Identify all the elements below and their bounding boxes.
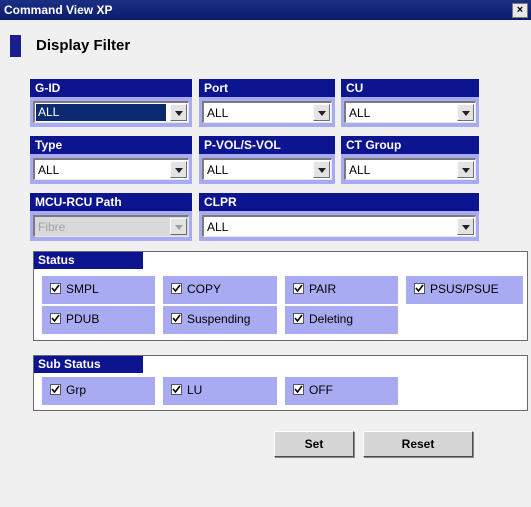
- pvol-svol-select[interactable]: ALL: [202, 158, 332, 180]
- checkbox-label: PSUS/PSUE: [430, 282, 499, 296]
- gid-field: ALL: [30, 97, 192, 127]
- checkbox-icon[interactable]: [293, 283, 304, 294]
- clpr-label: CLPR: [199, 193, 479, 211]
- checkbox-icon[interactable]: [171, 384, 182, 395]
- close-icon: ×: [516, 4, 524, 16]
- chevron-down-icon[interactable]: [457, 218, 474, 235]
- checkbox-icon[interactable]: [293, 384, 304, 395]
- chevron-down-icon[interactable]: [457, 104, 474, 121]
- display-filter-window: Command View XP × Display Filter G-ID Po…: [0, 0, 531, 507]
- status-checkbox-copy[interactable]: COPY: [163, 276, 277, 304]
- checkbox-icon[interactable]: [171, 313, 182, 324]
- status-checkbox-deleting[interactable]: Deleting: [285, 306, 398, 334]
- port-field: ALL: [199, 97, 335, 127]
- checkbox-icon[interactable]: [171, 283, 182, 294]
- status-checkbox-psus-psue[interactable]: PSUS/PSUE: [406, 276, 523, 304]
- checkbox-label: SMPL: [66, 282, 99, 296]
- ct-group-select-value: ALL: [349, 163, 371, 177]
- checkbox-label: COPY: [187, 282, 222, 296]
- mcu-rcu-path-label: MCU-RCU Path: [30, 193, 192, 211]
- window-title: Command View XP: [4, 3, 113, 17]
- checkbox-label: Deleting: [309, 312, 354, 326]
- ct-group-label: CT Group: [341, 136, 479, 154]
- chevron-down-icon: [170, 218, 187, 235]
- checkbox-label: LU: [187, 383, 203, 397]
- title-bar[interactable]: Command View XP ×: [0, 0, 531, 20]
- sub-status-checkbox-lu[interactable]: LU: [163, 377, 277, 405]
- chevron-down-icon[interactable]: [170, 104, 187, 121]
- mcu-rcu-path-select-value: Fibre: [38, 220, 66, 234]
- type-field: ALL: [30, 154, 192, 184]
- checkbox-icon[interactable]: [414, 283, 425, 294]
- sub-status-group: Sub Status Grp LU OFF: [33, 355, 528, 411]
- checkbox-label: PDUB: [66, 312, 100, 326]
- clpr-field: ALL: [199, 211, 479, 241]
- checkbox-icon[interactable]: [293, 313, 304, 324]
- port-label: Port: [199, 79, 335, 97]
- sub-status-checkbox-off[interactable]: OFF: [285, 377, 398, 405]
- status-checkbox-pair[interactable]: PAIR: [285, 276, 398, 304]
- checkbox-label: OFF: [309, 383, 333, 397]
- pvol-svol-label: P-VOL/S-VOL: [199, 136, 335, 154]
- status-checkbox-suspending[interactable]: Suspending: [163, 306, 277, 334]
- mcu-rcu-path-select: Fibre: [33, 215, 189, 237]
- pvol-svol-field: ALL: [199, 154, 335, 184]
- checkbox-label: Suspending: [187, 312, 251, 326]
- set-button[interactable]: Set: [274, 431, 354, 457]
- reset-button[interactable]: Reset: [363, 431, 473, 457]
- cu-field: ALL: [341, 97, 479, 127]
- port-select[interactable]: ALL: [202, 101, 332, 123]
- pvol-svol-select-value: ALL: [207, 163, 229, 177]
- status-checkbox-smpl[interactable]: SMPL: [42, 276, 155, 304]
- chevron-down-icon[interactable]: [170, 161, 187, 178]
- ct-group-select[interactable]: ALL: [344, 158, 476, 180]
- status-title: Status: [34, 252, 143, 269]
- chevron-down-icon[interactable]: [313, 161, 330, 178]
- checkbox-label: Grp: [66, 383, 87, 397]
- clpr-select[interactable]: ALL: [202, 215, 476, 237]
- chevron-down-icon[interactable]: [313, 104, 330, 121]
- sub-status-title: Sub Status: [34, 356, 143, 373]
- checkbox-icon[interactable]: [50, 313, 61, 324]
- ct-group-field: ALL: [341, 154, 479, 184]
- cu-select[interactable]: ALL: [344, 101, 476, 123]
- checkbox-label: PAIR: [309, 282, 337, 296]
- mcu-rcu-path-field: Fibre: [30, 211, 192, 241]
- cu-select-value: ALL: [349, 106, 371, 120]
- gid-select[interactable]: ALL: [33, 101, 189, 123]
- type-label: Type: [30, 136, 192, 154]
- type-select-value: ALL: [38, 163, 60, 177]
- checkbox-icon[interactable]: [50, 384, 61, 395]
- gid-label: G-ID: [30, 79, 192, 97]
- checkbox-icon[interactable]: [50, 283, 61, 294]
- type-select[interactable]: ALL: [33, 158, 189, 180]
- chevron-down-icon[interactable]: [457, 161, 474, 178]
- close-button[interactable]: ×: [512, 3, 528, 18]
- heading-marker: [10, 35, 21, 57]
- status-group: Status SMPL COPY PAIR PSUS/PSUE PDUB Sus…: [33, 251, 528, 341]
- clpr-select-value: ALL: [207, 220, 229, 234]
- gid-select-value: ALL: [36, 104, 166, 121]
- port-select-value: ALL: [207, 106, 229, 120]
- status-checkbox-pdub[interactable]: PDUB: [42, 306, 155, 334]
- page-title: Display Filter: [36, 37, 131, 54]
- sub-status-checkbox-grp[interactable]: Grp: [42, 377, 155, 405]
- cu-label: CU: [341, 79, 479, 97]
